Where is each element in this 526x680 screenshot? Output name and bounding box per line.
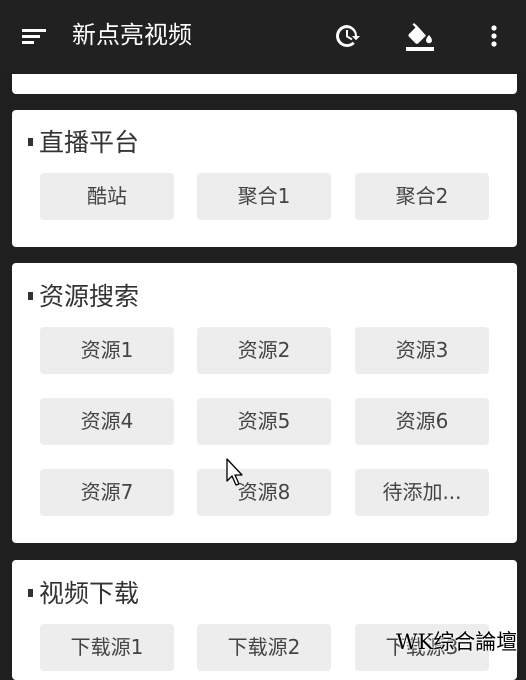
resource-button-add[interactable]: 待添加... (355, 469, 489, 516)
resource-button-8[interactable]: 资源8 (197, 469, 331, 516)
previous-card (12, 74, 517, 94)
download-button-2[interactable]: 下载源2 (197, 624, 331, 671)
live-platform-card: 直播平台 酷站 聚合1 聚合2 (12, 110, 517, 247)
live-button-3[interactable]: 聚合2 (355, 173, 489, 220)
section-title-download: 视频下载 (28, 578, 139, 610)
watermark: WK综合論壇 (396, 630, 518, 654)
resource-button-7[interactable]: 资源7 (40, 469, 174, 516)
mouse-cursor-icon (226, 458, 243, 486)
live-button-1[interactable]: 酷站 (40, 173, 174, 220)
resource-button-2[interactable]: 资源2 (197, 327, 331, 374)
more-vert-icon[interactable] (478, 20, 510, 52)
section-title-resources: 资源搜索 (28, 281, 139, 313)
resource-search-card: 资源搜索 资源1 资源2 资源3 资源4 资源5 资源6 资源7 资源8 待添加… (12, 263, 517, 543)
video-download-card: 视频下载 下载源1 下载源2 下载源3 (12, 560, 517, 680)
live-button-2[interactable]: 聚合1 (197, 173, 331, 220)
download-button-1[interactable]: 下载源1 (40, 624, 174, 671)
app-bar: 新点亮视频 (0, 0, 526, 72)
paint-bucket-icon[interactable] (404, 20, 436, 52)
resource-button-3[interactable]: 资源3 (355, 327, 489, 374)
resource-button-4[interactable]: 资源4 (40, 398, 174, 445)
resource-button-5[interactable]: 资源5 (197, 398, 331, 445)
section-title-live: 直播平台 (28, 127, 139, 159)
menu-icon[interactable] (18, 20, 50, 52)
app-title: 新点亮视频 (72, 21, 192, 49)
history-icon[interactable] (330, 20, 362, 52)
resource-button-1[interactable]: 资源1 (40, 327, 174, 374)
resource-button-6[interactable]: 资源6 (355, 398, 489, 445)
